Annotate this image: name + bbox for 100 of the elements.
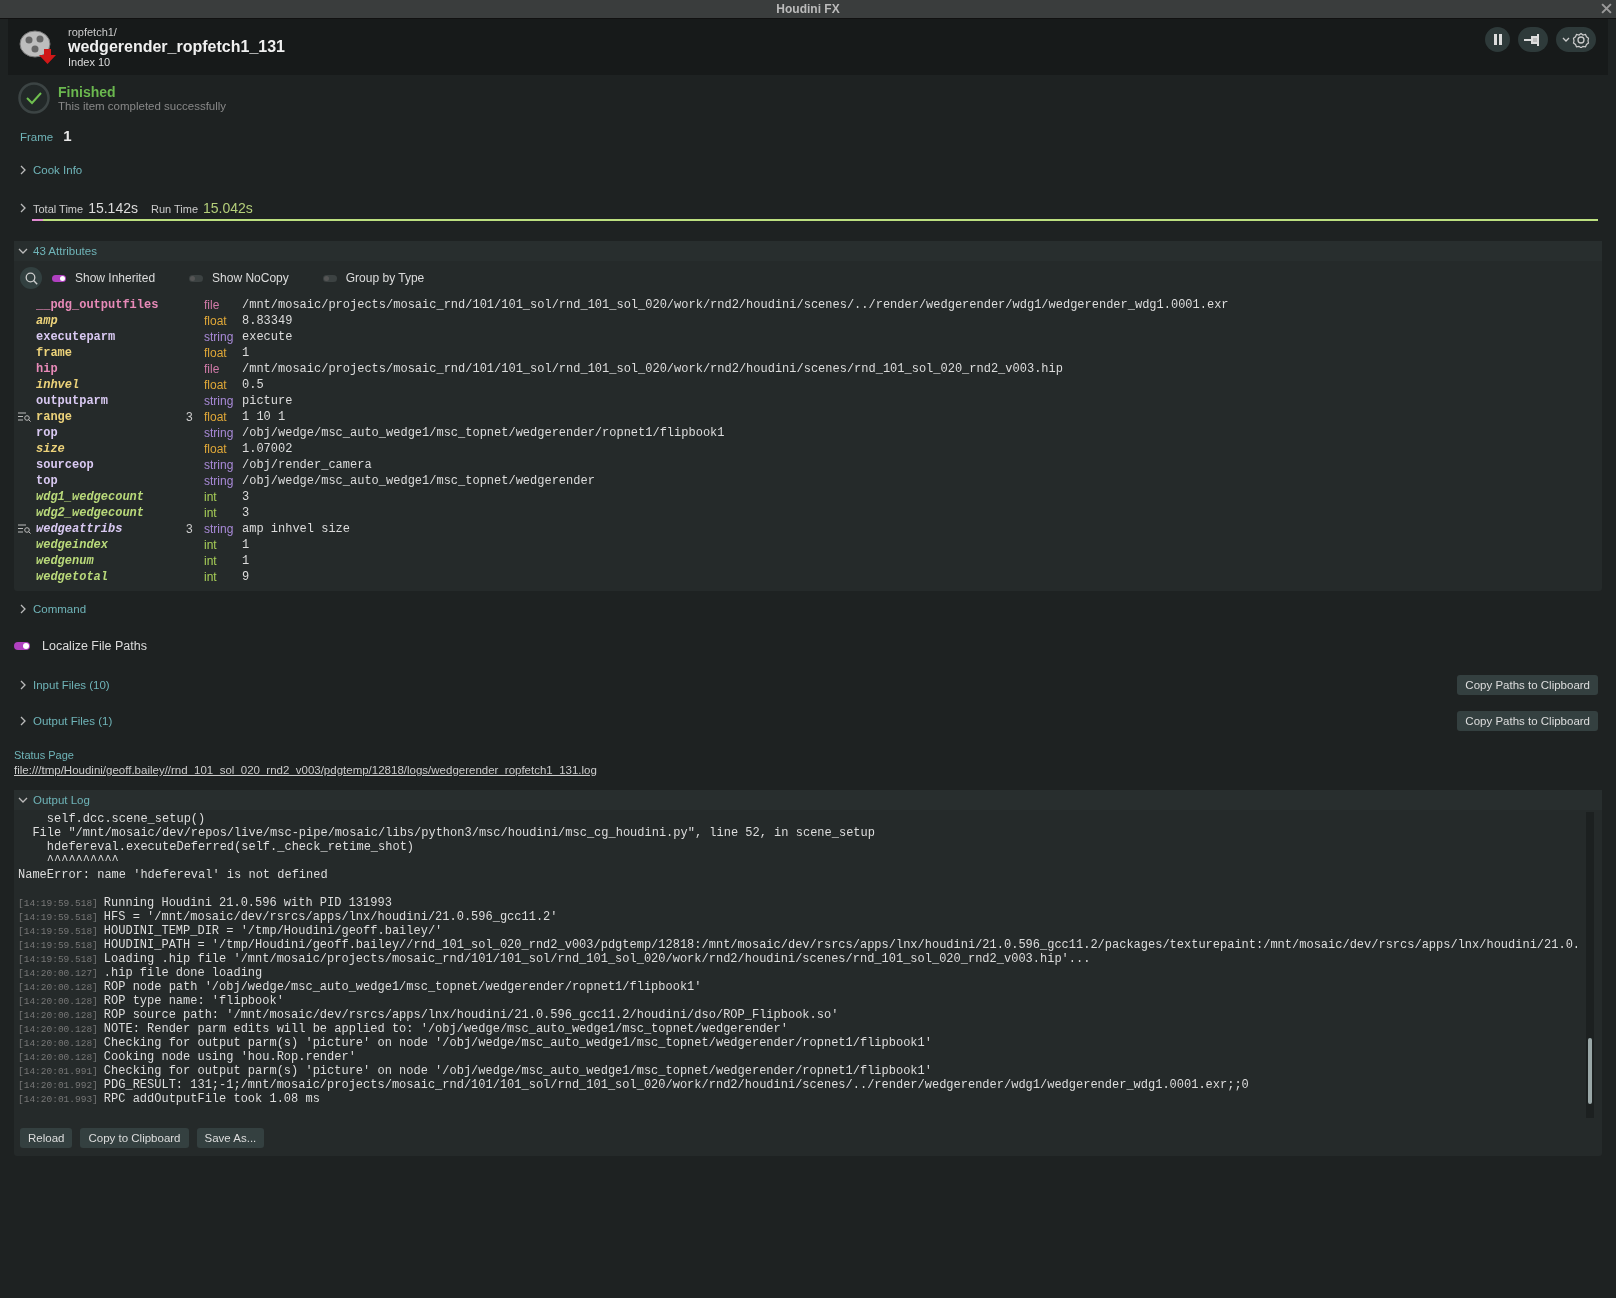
run-time-value: 15.042s: [203, 200, 253, 216]
attribute-type: float: [204, 378, 228, 392]
attribute-value: /obj/wedge/msc_auto_wedge1/msc_topnet/wedgerender/ropnet1/flipbook1: [242, 426, 725, 440]
attribute-name: outputparm: [36, 394, 109, 408]
pause-button[interactable]: [1485, 27, 1510, 52]
toggle-switch[interactable]: [189, 274, 204, 282]
log-line: RPC addOutputFile took 1.08 ms: [103, 1092, 320, 1106]
status-title: Finished: [58, 84, 117, 100]
toggle-switch[interactable]: [52, 274, 66, 282]
log-line: Checking for output parm(s) 'picture' on node '/obj/wedge/msc_auto_wedge1/msc_topnet/wedgerender/ropnet1/flipbook1': [103, 1036, 932, 1050]
attribute-type: file: [204, 362, 221, 376]
search-button[interactable]: [20, 267, 42, 289]
log-timestamp: [14:19:59.518]: [18, 912, 98, 923]
log-timestamp: [14:20:00.127]: [18, 968, 98, 979]
log-line: ^^^^^^^^^^: [45, 854, 119, 868]
log-line: self.dcc.scene_setup(): [45, 812, 206, 826]
status-page-link[interactable]: file:///tmp/Houdini/geoff.bailey//rnd_101_sol_020_rnd2_v003/pdgtemp/12818/logs/wedgerender_ropfetch1_131.log: [14, 764, 597, 776]
attribute-value: execute: [242, 330, 293, 344]
log-line: Running Houdini 21.0.596 with PID 131993: [103, 896, 392, 910]
attribute-value: /mnt/mosaic/projects/mosaic_rnd/101/101_sol/rnd_101_sol_020/work/rnd2/houdini/scenes/rnd_101_sol_020_rnd2_v003.hip: [242, 362, 1063, 376]
status-message: This item completed successfully: [58, 100, 227, 112]
status-page-label: Status Page: [14, 749, 75, 761]
attribute-value: 1: [242, 538, 250, 552]
log-timestamp: [14:20:00.128]: [18, 996, 98, 1007]
settings-button[interactable]: [1556, 27, 1596, 52]
log-timestamp: [14:20:01.993]: [18, 1094, 98, 1105]
attribute-value: 0.5: [242, 378, 264, 392]
attribute-name: frame: [36, 346, 73, 360]
attribute-value: 1: [242, 554, 250, 568]
attribute-type: file: [204, 298, 221, 312]
attribute-value: picture: [242, 394, 293, 408]
files-expander[interactable]: Input Files (10): [18, 679, 110, 691]
attribute-count: 3: [186, 410, 193, 424]
log-line: NameError: name 'hdefereval' is not defined: [18, 868, 328, 882]
log-line: .hip file done loading: [103, 966, 263, 980]
pause-icon: [1492, 34, 1503, 45]
attribute-value: 1 10 1: [242, 410, 286, 424]
attribute-type: int: [204, 490, 218, 504]
attribute-type: string: [204, 394, 235, 408]
log-timestamp: [14:20:00.128]: [18, 1038, 98, 1049]
copy-paths-button[interactable]: Copy Paths to Clipboard: [1457, 711, 1598, 731]
attribute-name: sourceop: [36, 458, 95, 472]
log-timestamp: [14:19:59.518]: [18, 898, 98, 909]
total-time-value: 15.142s: [88, 200, 138, 216]
frame-label: Frame: [20, 131, 54, 143]
attribute-value: 1.07002: [242, 442, 293, 456]
toggle-label: Group by Type: [345, 271, 425, 285]
attribute-type: float: [204, 314, 228, 328]
files-expander[interactable]: Output Files (1): [18, 715, 113, 727]
list-search-icon[interactable]: [18, 524, 31, 534]
attributes-header[interactable]: 43 Attributes: [14, 241, 1602, 261]
log-button[interactable]: Save As...: [196, 1128, 265, 1148]
attribute-name: range: [36, 410, 73, 424]
attribute-name: __pdg_outputfiles: [36, 298, 160, 312]
list-search-icon[interactable]: [18, 412, 31, 422]
log-line: HOUDINI_PATH = '/tmp/Houdini/geoff.bailey//rnd_101_sol_020_rnd2_v003/pdgtemp/12818:/mnt/mosaic/dev/rsrcs/apps/lnx/houdini/21.0.596_gcc11.2/packages/texturepaint:/mnt/mosaic/dev/rsrcs/apps/lnx/houdini/21.0.: [103, 938, 1581, 952]
attribute-value: /obj/wedge/msc_auto_wedge1/msc_topnet/wedgerender: [242, 474, 595, 488]
attribute-value: 3: [242, 506, 250, 520]
attribute-type: int: [204, 570, 218, 584]
attribute-name: wedgeattribs: [36, 522, 124, 536]
cook-info-expander[interactable]: Cook Info: [18, 164, 83, 176]
log-timestamp: [14:20:00.128]: [18, 982, 98, 993]
command-expander[interactable]: Command: [18, 603, 87, 615]
attribute-value: 8.83349: [242, 314, 293, 328]
attribute-type: float: [204, 410, 228, 424]
log-line: ROP type name: 'flipbook': [103, 994, 284, 1008]
log-timestamp: [14:19:59.518]: [18, 926, 98, 937]
node-path: ropfetch1/: [68, 26, 118, 38]
toggle-switch[interactable]: [322, 274, 337, 282]
log-button[interactable]: Copy to Clipboard: [80, 1128, 189, 1148]
search-icon: [24, 271, 38, 285]
attribute-value: amp inhvel size: [242, 522, 351, 536]
total-time-label: Total Time: [33, 203, 84, 215]
toggle-label: Show NoCopy: [212, 271, 289, 285]
attribute-type: string: [204, 474, 235, 488]
scrollbar-thumb[interactable]: [1588, 1038, 1592, 1104]
attribute-name: wdg2_wedgecount: [36, 506, 146, 520]
log-line: HFS = '/mnt/mosaic/dev/rsrcs/apps/lnx/houdini/21.0.596_gcc11.2': [103, 910, 558, 924]
log-timestamp: [14:20:00.128]: [18, 1024, 98, 1035]
attribute-value: 9: [242, 570, 250, 584]
attribute-type: int: [204, 538, 218, 552]
log-button[interactable]: Reload: [20, 1128, 73, 1148]
attribute-name: wedgenum: [36, 554, 95, 568]
attribute-name: rop: [36, 426, 59, 440]
copy-paths-button[interactable]: Copy Paths to Clipboard: [1457, 675, 1598, 695]
pin-icon: [1524, 32, 1542, 47]
attribute-name: hip: [36, 362, 59, 376]
output-log-header[interactable]: Output Log: [14, 790, 1602, 810]
log-line: Cooking node using 'hou.Rop.render': [103, 1050, 356, 1064]
frame-value: 1: [63, 127, 72, 144]
run-time-label: Run Time: [150, 203, 199, 215]
attribute-name: wdg1_wedgecount: [36, 490, 146, 504]
pin-button[interactable]: [1518, 27, 1548, 52]
attribute-name: wedgetotal: [36, 570, 109, 584]
attribute-count: 3: [186, 522, 193, 536]
log-timestamp: [14:19:59.518]: [18, 954, 98, 965]
toggle-switch[interactable]: [14, 642, 30, 650]
toggle-label: Localize File Paths: [42, 639, 147, 653]
log-line: NOTE: Render parm edits will be applied to: '/obj/wedge/msc_auto_wedge1/msc_topnet/wedgerender': [103, 1022, 788, 1036]
close-icon[interactable]: [1601, 3, 1612, 14]
